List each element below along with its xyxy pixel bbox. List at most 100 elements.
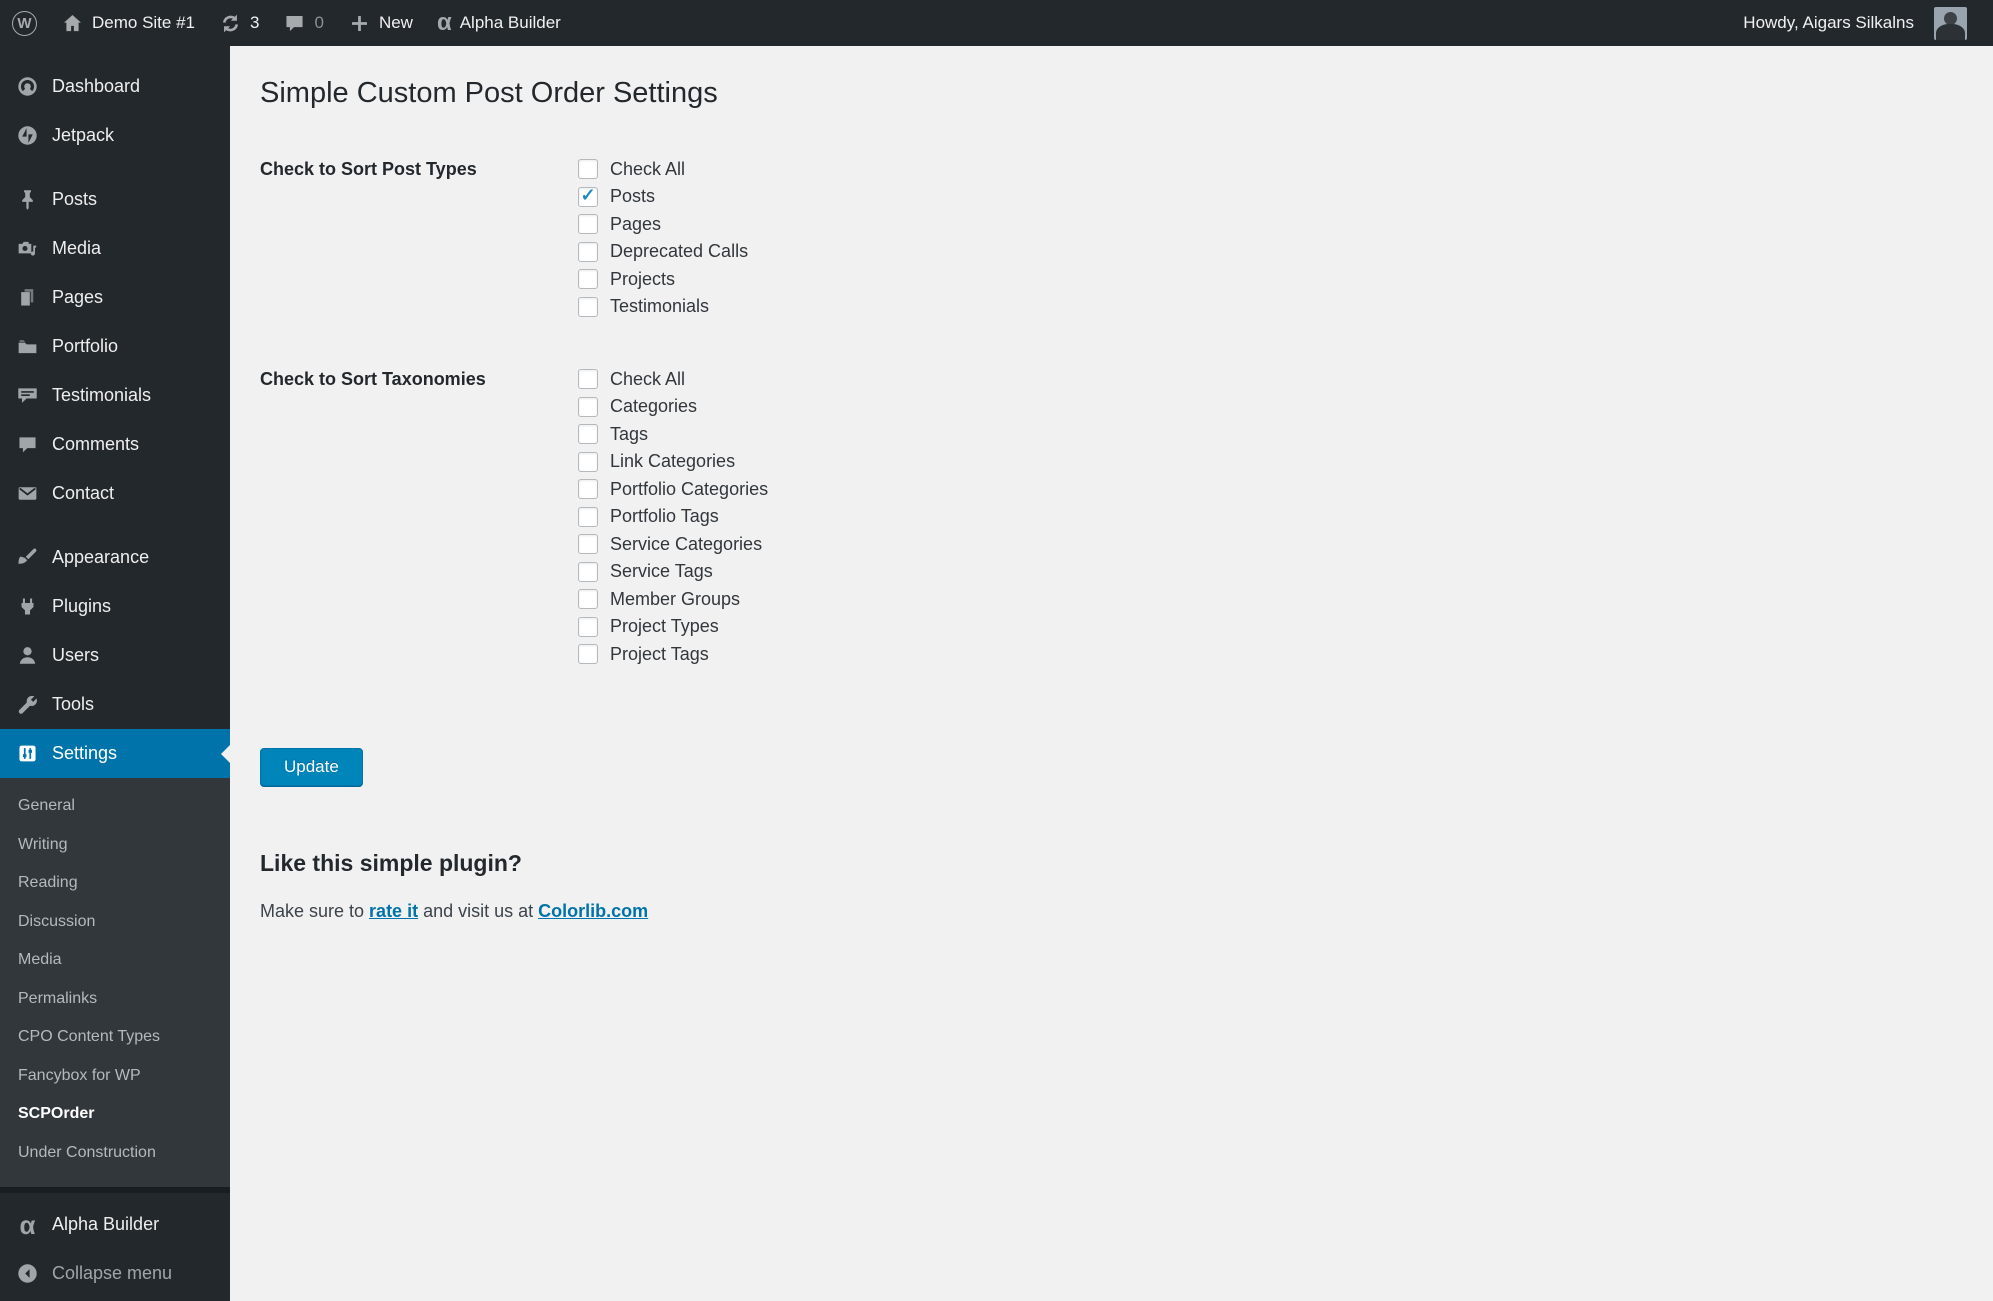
alpha-builder-toolbar-label: Alpha Builder (459, 13, 561, 32)
current-menu-arrow (212, 744, 230, 763)
new-content-menu[interactable]: New (336, 0, 425, 46)
checkbox-label[interactable]: Check All (610, 159, 685, 180)
checkbox[interactable] (578, 424, 598, 445)
update-button[interactable]: Update (260, 748, 363, 787)
wordpress-logo-menu[interactable]: W (0, 0, 49, 46)
menu-separator (0, 518, 230, 533)
sidebar-item-users[interactable]: Users (0, 631, 230, 680)
checkbox-label[interactable]: Tags (610, 424, 648, 445)
settings-submenu-item[interactable]: Media (0, 941, 230, 980)
checkbox-row[interactable]: Portfolio Tags (578, 503, 768, 531)
sidebar-item-pages[interactable]: Pages (0, 273, 230, 322)
checkbox-row[interactable]: Project Tags (578, 641, 768, 669)
settings-submenu-item[interactable]: SCPOrder (0, 1095, 230, 1134)
checkbox-label[interactable]: Deprecated Calls (610, 241, 748, 262)
checkbox[interactable] (578, 269, 598, 290)
checkbox-label[interactable]: Posts (610, 186, 655, 207)
checkbox-row[interactable]: Check All (578, 366, 768, 394)
checkbox-row[interactable]: Posts (578, 183, 748, 211)
collapse-menu-button[interactable]: Collapse menu (0, 1249, 230, 1298)
checkbox-label[interactable]: Categories (610, 396, 697, 417)
sidebar-item-alpha-builder[interactable]: α Alpha Builder (0, 1200, 230, 1249)
checkbox[interactable] (578, 534, 598, 555)
settings-submenu-item[interactable]: Discussion (0, 903, 230, 942)
sidebar-item-posts[interactable]: Posts (0, 175, 230, 224)
sidebar-item-contact[interactable]: Contact (0, 469, 230, 518)
settings-submenu-item[interactable]: CPO Content Types (0, 1018, 230, 1057)
checkbox[interactable] (578, 479, 598, 500)
pushpin-icon (15, 188, 40, 211)
settings-submenu-item[interactable]: Fancybox for WP (0, 1057, 230, 1096)
taxonomies-row: Check to Sort Taxonomies Check All Categ… (260, 366, 1973, 669)
sidebar-item-media[interactable]: Media (0, 224, 230, 273)
checkbox-label[interactable]: Check All (610, 369, 685, 390)
updates-menu[interactable]: 3 (207, 0, 271, 46)
checkbox-row[interactable]: Member Groups (578, 586, 768, 614)
account-menu[interactable]: Howdy, Aigars Silkalns (1721, 0, 1993, 46)
settings-submenu-item[interactable]: General (0, 787, 230, 826)
checkbox-label[interactable]: Project Types (610, 616, 719, 637)
settings-submenu-item[interactable]: Writing (0, 826, 230, 865)
sidebar-item-plugins[interactable]: Plugins (0, 582, 230, 631)
checkbox-label[interactable]: Service Tags (610, 561, 713, 582)
checkbox[interactable] (578, 296, 598, 317)
checkbox[interactable] (578, 616, 598, 637)
sidebar-item-tools[interactable]: Tools (0, 680, 230, 729)
sidebar-item-label: Comments (52, 434, 140, 454)
checkbox[interactable] (578, 589, 598, 610)
sidebar-item-appearance[interactable]: Appearance (0, 533, 230, 582)
camera-icon (15, 237, 40, 260)
checkbox-row[interactable]: Projects (578, 266, 748, 294)
sidebar-item-dashboard[interactable]: Dashboard (0, 62, 230, 111)
checkbox[interactable] (578, 186, 598, 207)
checkbox-label[interactable]: Portfolio Categories (610, 479, 768, 500)
checkbox-row[interactable]: Categories (578, 393, 768, 421)
checkbox[interactable] (578, 644, 598, 665)
checkbox-label[interactable]: Testimonials (610, 296, 709, 317)
checkbox-row[interactable]: Pages (578, 211, 748, 239)
settings-submenu: General Writing Reading Discussion Media… (0, 778, 230, 1187)
comment-bubble-icon (283, 12, 306, 35)
checkbox[interactable] (578, 159, 598, 180)
sidebar-item-comments[interactable]: Comments (0, 420, 230, 469)
checkbox-row[interactable]: Service Categories (578, 531, 768, 559)
site-name-menu[interactable]: Demo Site #1 (49, 0, 207, 46)
checkbox-label[interactable]: Service Categories (610, 534, 762, 555)
rate-it-link[interactable]: rate it (369, 901, 418, 921)
checkbox-row[interactable]: Project Types (578, 613, 768, 641)
checkbox-label[interactable]: Project Tags (610, 644, 709, 665)
checkbox-row[interactable]: Check All (578, 156, 748, 184)
checkbox[interactable] (578, 561, 598, 582)
sidebar-item-jetpack[interactable]: Jetpack (0, 111, 230, 160)
checkbox-row[interactable]: Tags (578, 421, 768, 449)
dashboard-icon (15, 75, 40, 98)
checkbox-row[interactable]: Testimonials (578, 293, 748, 321)
sidebar-item-label: Appearance (52, 547, 150, 567)
checkbox-row[interactable]: Portfolio Categories (578, 476, 768, 504)
checkbox-label[interactable]: Member Groups (610, 589, 740, 610)
checkbox[interactable] (578, 241, 598, 262)
wordpress-logo-icon: W (12, 10, 37, 36)
checkbox-label[interactable]: Pages (610, 214, 661, 235)
settings-submenu-item[interactable]: Permalinks (0, 980, 230, 1019)
checkbox-label[interactable]: Link Categories (610, 451, 735, 472)
checkbox-row[interactable]: Service Tags (578, 558, 768, 586)
comments-menu[interactable]: 0 (271, 0, 335, 46)
alpha-builder-toolbar-menu[interactable]: α Alpha Builder (425, 0, 573, 46)
sidebar-item-portfolio[interactable]: Portfolio (0, 322, 230, 371)
collapse-menu-label: Collapse menu (52, 1263, 173, 1283)
sidebar-item-settings[interactable]: Settings (0, 729, 230, 778)
checkbox[interactable] (578, 506, 598, 527)
sidebar-item-testimonials[interactable]: Testimonials (0, 371, 230, 420)
checkbox[interactable] (578, 369, 598, 390)
checkbox-label[interactable]: Portfolio Tags (610, 506, 719, 527)
checkbox[interactable] (578, 396, 598, 417)
settings-submenu-item[interactable]: Under Construction (0, 1134, 230, 1173)
checkbox[interactable] (578, 451, 598, 472)
checkbox-row[interactable]: Link Categories (578, 448, 768, 476)
checkbox-label[interactable]: Projects (610, 269, 675, 290)
colorlib-link[interactable]: Colorlib.com (538, 901, 648, 921)
settings-submenu-item[interactable]: Reading (0, 864, 230, 903)
checkbox[interactable] (578, 214, 598, 235)
checkbox-row[interactable]: Deprecated Calls (578, 238, 748, 266)
